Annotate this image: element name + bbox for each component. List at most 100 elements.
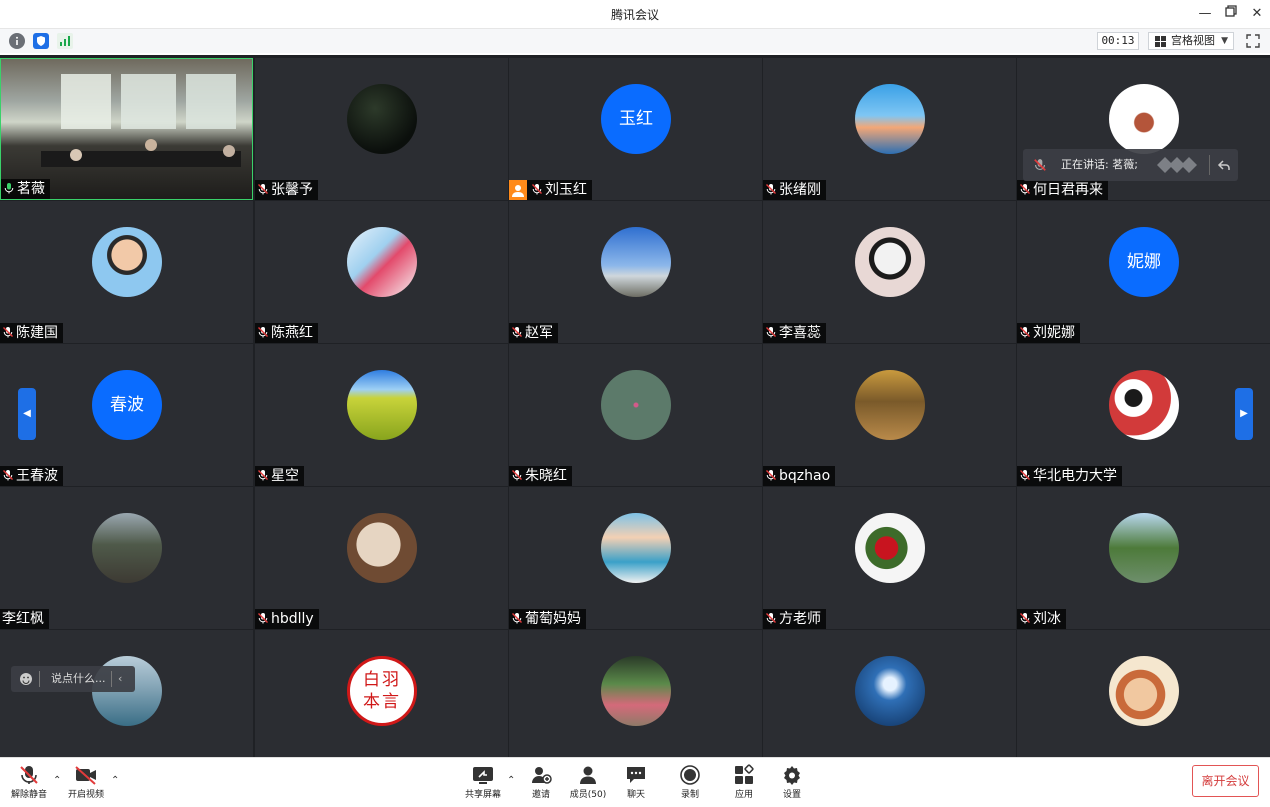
- quick-chat-input[interactable]: 说点什么... ‹: [11, 666, 135, 692]
- minimize-icon[interactable]: —: [1196, 5, 1214, 23]
- restore-icon[interactable]: [1222, 5, 1240, 23]
- participant-name-tag: 张绪刚: [763, 180, 826, 200]
- mic-muted-icon: [766, 327, 776, 338]
- participant-name: 刘冰: [1033, 611, 1061, 627]
- participant-name: 李红枫: [2, 611, 44, 627]
- participant-name: 王春波: [16, 468, 58, 484]
- participant-tile[interactable]: 张馨予: [255, 58, 508, 200]
- participant-name: 何日君再来: [1033, 182, 1103, 198]
- participant-tile[interactable]: 赵军: [509, 201, 762, 343]
- invite-button[interactable]: 邀请: [518, 764, 564, 804]
- avatar: [601, 513, 671, 583]
- participant-name-tag: hbdlly: [255, 609, 319, 629]
- participant-tile[interactable]: 葡萄妈妈: [509, 487, 762, 629]
- mic-muted-icon: [3, 327, 13, 338]
- next-page-arrow-icon[interactable]: ▶: [1235, 388, 1253, 440]
- avatar: [855, 227, 925, 297]
- meeting-timer: 00:13: [1097, 32, 1139, 50]
- participant-name-tag: 何日君再来: [1017, 180, 1108, 200]
- members-button[interactable]: 成员(50): [565, 764, 611, 804]
- members-label: 成员(50): [569, 790, 607, 800]
- video-options-chevron-icon[interactable]: ⌃: [111, 775, 119, 786]
- participant-tile[interactable]: 春波王春波: [0, 344, 253, 486]
- avatar: [855, 513, 925, 583]
- collapse-arrow-icon[interactable]: [1217, 158, 1231, 172]
- chat-icon: [627, 767, 645, 783]
- participant-name-tag: 刘妮娜: [1017, 323, 1080, 343]
- control-bar: 解除静音 ⌃ 开启视频 ⌃ 共享屏幕 ⌃ 邀请 成员(50) 聊天 录制 应用 …: [0, 757, 1270, 807]
- avatar: 玉红: [601, 84, 671, 154]
- title-bar: 腾讯会议 — ✕: [0, 0, 1270, 28]
- participant-tile[interactable]: 李红枫: [0, 487, 253, 629]
- chat-button[interactable]: 聊天: [613, 764, 659, 804]
- participant-name-tag: 张馨予: [255, 180, 318, 200]
- participant-tile[interactable]: 茗薇: [0, 58, 253, 200]
- settings-button[interactable]: 设置: [769, 764, 815, 804]
- participant-tile[interactable]: 玉红刘玉红: [509, 58, 762, 200]
- share-screen-label: 共享屏幕: [464, 790, 501, 800]
- participant-tile[interactable]: 陈建国: [0, 201, 253, 343]
- audio-options-chevron-icon[interactable]: ⌃: [53, 775, 61, 786]
- participant-name: 刘玉红: [545, 182, 587, 198]
- participant-tile[interactable]: 朱晓红: [509, 344, 762, 486]
- participant-tile[interactable]: 陈燕红: [255, 201, 508, 343]
- participant-name-tag: 李喜蕊: [763, 323, 826, 343]
- mic-muted-icon: [1034, 159, 1046, 171]
- unmute-button[interactable]: 解除静音: [6, 764, 52, 804]
- record-button[interactable]: 录制: [667, 764, 713, 804]
- mic-muted-icon: [532, 184, 542, 195]
- apps-button[interactable]: 应用: [721, 764, 767, 804]
- video-feed: [1, 59, 252, 199]
- participant-tile[interactable]: 刘冰: [1017, 487, 1270, 629]
- participant-tile[interactable]: 李喜蕊: [763, 201, 1016, 343]
- security-shield-icon[interactable]: [33, 33, 49, 49]
- speaking-indicator: 正在讲话: 茗薇;: [1023, 149, 1238, 181]
- avatar: [855, 370, 925, 440]
- participant-name: 华北电力大学: [1033, 468, 1117, 484]
- participant-name: 葡萄妈妈: [525, 611, 581, 627]
- participant-tile[interactable]: [1017, 630, 1270, 757]
- view-mode-select[interactable]: 宫格视图 ▼: [1148, 32, 1234, 50]
- info-icon[interactable]: [9, 33, 25, 49]
- settings-label: 设置: [782, 790, 801, 800]
- avatar: [347, 84, 417, 154]
- participant-name: 茗薇: [17, 181, 45, 197]
- view-mode-label: 宫格视图: [1171, 34, 1215, 47]
- participant-tile[interactable]: [509, 630, 762, 757]
- participant-name: 李喜蕊: [779, 325, 821, 341]
- participant-tile[interactable]: 方老师: [763, 487, 1016, 629]
- share-screen-button[interactable]: 共享屏幕: [460, 764, 506, 804]
- avatar: [92, 227, 162, 297]
- mic-muted-icon: [766, 184, 776, 195]
- emoji-icon[interactable]: [19, 672, 33, 686]
- members-icon: [580, 766, 596, 784]
- start-video-button[interactable]: 开启视频: [63, 764, 109, 804]
- share-screen-icon: [473, 767, 493, 784]
- share-options-chevron-icon[interactable]: ⌃: [507, 775, 515, 786]
- collapse-chevron-icon[interactable]: ‹: [118, 666, 122, 692]
- participant-tile[interactable]: [0, 630, 253, 757]
- participant-name: 张绪刚: [779, 182, 821, 198]
- leave-meeting-button[interactable]: 离开会议: [1192, 765, 1259, 797]
- participant-tile[interactable]: 妮娜 刘妮娜: [1017, 201, 1270, 343]
- participant-tile[interactable]: bqzhao: [763, 344, 1016, 486]
- close-icon[interactable]: ✕: [1248, 5, 1266, 23]
- participant-tile[interactable]: [763, 630, 1016, 757]
- participant-tile[interactable]: 白羽本言: [255, 630, 508, 757]
- mic-muted-icon: [258, 470, 268, 481]
- participant-tile[interactable]: 星空: [255, 344, 508, 486]
- avatar: 春波: [92, 370, 162, 440]
- participant-tile[interactable]: hbdlly: [255, 487, 508, 629]
- prev-page-arrow-icon[interactable]: ◀: [18, 388, 36, 440]
- avatar: [601, 370, 671, 440]
- participant-name-tag: bqzhao: [763, 466, 836, 486]
- fullscreen-icon[interactable]: [1245, 33, 1261, 49]
- participant-tile[interactable]: 张绪刚: [763, 58, 1016, 200]
- signal-strength-icon[interactable]: [57, 33, 73, 49]
- participant-name-tag: 李红枫: [0, 609, 49, 629]
- mic-muted-icon: [258, 184, 268, 195]
- participant-name: 刘妮娜: [1033, 325, 1075, 341]
- participant-tile[interactable]: 华北电力大学: [1017, 344, 1270, 486]
- participant-name: 陈燕红: [271, 325, 313, 341]
- participant-name: bqzhao: [779, 468, 831, 484]
